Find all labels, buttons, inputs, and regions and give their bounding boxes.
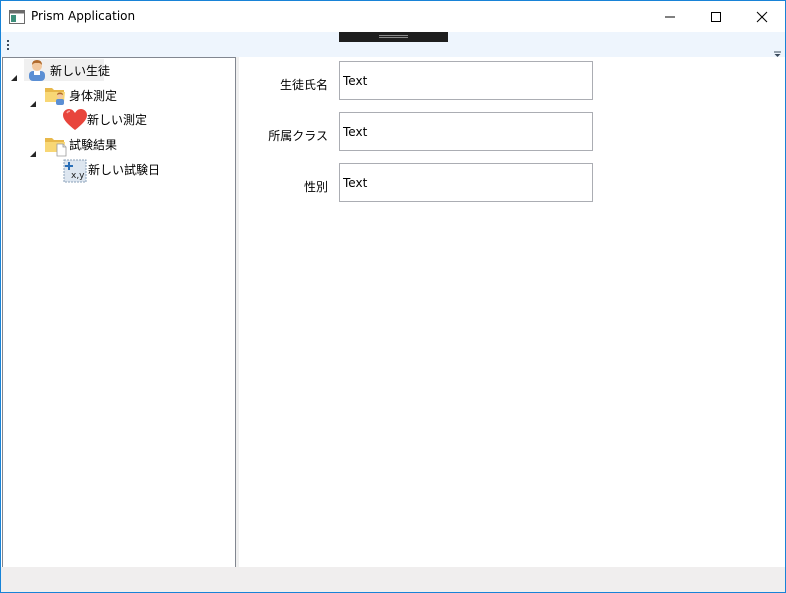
tree-item-label: 試験結果 [69,138,118,152]
app-window: Prism Application 新しい生徒 身体測定 新しい測定 試験結果 … [0,0,786,593]
maximize-icon [711,12,721,22]
heart-icon [62,108,87,132]
tree-item-label: 新しい生徒 [50,64,111,78]
gender-input[interactable] [339,163,593,202]
tree-view[interactable]: 新しい生徒 身体測定 新しい測定 試験結果 x,y 新しい試験日 [2,57,236,568]
title-bar[interactable]: Prism Application [1,1,785,32]
gender-label: 性別 [303,180,328,194]
tree-item-label: 身体測定 [69,89,118,103]
student-name-label: 生徒氏名 [279,78,328,92]
status-bar [1,567,785,592]
toolbar-overflow-icon[interactable] [773,44,782,57]
close-button[interactable] [739,1,785,32]
minimize-button[interactable] [647,1,693,32]
toolbar [1,32,785,57]
class-label: 所属クラス [268,129,328,143]
minimize-icon [665,16,675,18]
expand-arrow-icon[interactable] [29,143,37,157]
maximize-button[interactable] [693,1,739,32]
toolbar-grip-icon[interactable] [7,37,10,50]
app-window-icon [9,9,25,24]
class-input[interactable] [339,112,593,151]
student-name-input[interactable] [339,61,593,100]
expand-arrow-icon[interactable] [29,93,37,107]
xy-add-icon: x,y [63,159,87,183]
svg-text:x,y: x,y [71,171,85,181]
expand-arrow-icon[interactable] [10,67,18,81]
tree-item-label: 新しい試験日 [88,163,161,177]
close-icon [756,11,768,23]
folder-person-icon [44,83,68,107]
tree-item-label: 新しい測定 [87,113,148,127]
folder-document-icon [44,133,68,157]
panel-resize-handle[interactable] [339,32,448,42]
window-title: Prism Application [31,9,136,23]
student-icon [25,58,49,82]
